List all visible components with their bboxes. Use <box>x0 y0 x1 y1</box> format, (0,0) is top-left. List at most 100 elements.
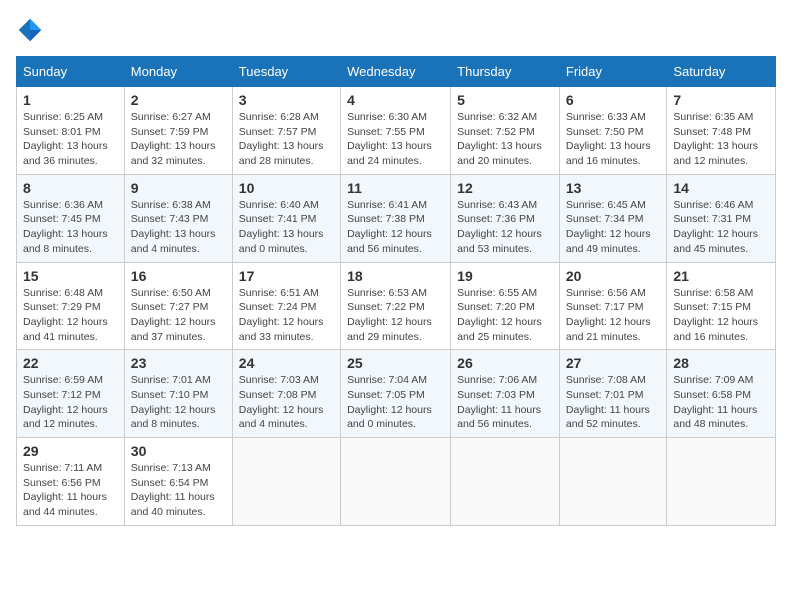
day-info: Sunrise: 7:13 AMSunset: 6:54 PMDaylight:… <box>131 462 215 518</box>
day-info: Sunrise: 7:08 AMSunset: 7:01 PMDaylight:… <box>566 374 650 430</box>
day-cell: 3 Sunrise: 6:28 AMSunset: 7:57 PMDayligh… <box>232 87 340 175</box>
day-info: Sunrise: 6:27 AMSunset: 7:59 PMDaylight:… <box>131 111 216 167</box>
weekday-header-monday: Monday <box>124 57 232 87</box>
day-cell: 23 Sunrise: 7:01 AMSunset: 7:10 PMDaylig… <box>124 350 232 438</box>
day-number: 10 <box>239 180 334 196</box>
day-number: 14 <box>673 180 769 196</box>
day-number: 21 <box>673 268 769 284</box>
day-cell: 5 Sunrise: 6:32 AMSunset: 7:52 PMDayligh… <box>451 87 560 175</box>
day-cell: 1 Sunrise: 6:25 AMSunset: 8:01 PMDayligh… <box>17 87 125 175</box>
day-cell: 13 Sunrise: 6:45 AMSunset: 7:34 PMDaylig… <box>559 174 667 262</box>
day-cell: 18 Sunrise: 6:53 AMSunset: 7:22 PMDaylig… <box>341 262 451 350</box>
day-info: Sunrise: 6:30 AMSunset: 7:55 PMDaylight:… <box>347 111 432 167</box>
day-info: Sunrise: 6:56 AMSunset: 7:17 PMDaylight:… <box>566 287 651 343</box>
day-cell: 29 Sunrise: 7:11 AMSunset: 6:56 PMDaylig… <box>17 438 125 526</box>
day-cell: 26 Sunrise: 7:06 AMSunset: 7:03 PMDaylig… <box>451 350 560 438</box>
weekday-header-friday: Friday <box>559 57 667 87</box>
day-cell <box>232 438 340 526</box>
day-cell: 12 Sunrise: 6:43 AMSunset: 7:36 PMDaylig… <box>451 174 560 262</box>
day-number: 24 <box>239 355 334 371</box>
day-cell: 4 Sunrise: 6:30 AMSunset: 7:55 PMDayligh… <box>341 87 451 175</box>
day-number: 25 <box>347 355 444 371</box>
day-number: 5 <box>457 92 553 108</box>
day-number: 20 <box>566 268 661 284</box>
weekday-header-wednesday: Wednesday <box>341 57 451 87</box>
day-info: Sunrise: 6:33 AMSunset: 7:50 PMDaylight:… <box>566 111 651 167</box>
day-info: Sunrise: 6:48 AMSunset: 7:29 PMDaylight:… <box>23 287 108 343</box>
day-info: Sunrise: 6:28 AMSunset: 7:57 PMDaylight:… <box>239 111 324 167</box>
day-info: Sunrise: 6:25 AMSunset: 8:01 PMDaylight:… <box>23 111 108 167</box>
day-cell <box>341 438 451 526</box>
day-number: 18 <box>347 268 444 284</box>
day-cell: 16 Sunrise: 6:50 AMSunset: 7:27 PMDaylig… <box>124 262 232 350</box>
day-info: Sunrise: 6:58 AMSunset: 7:15 PMDaylight:… <box>673 287 758 343</box>
day-number: 12 <box>457 180 553 196</box>
day-number: 15 <box>23 268 118 284</box>
day-info: Sunrise: 6:53 AMSunset: 7:22 PMDaylight:… <box>347 287 432 343</box>
day-info: Sunrise: 6:32 AMSunset: 7:52 PMDaylight:… <box>457 111 542 167</box>
day-number: 2 <box>131 92 226 108</box>
day-number: 26 <box>457 355 553 371</box>
day-number: 29 <box>23 443 118 459</box>
day-cell: 15 Sunrise: 6:48 AMSunset: 7:29 PMDaylig… <box>17 262 125 350</box>
weekday-header-saturday: Saturday <box>667 57 776 87</box>
day-cell: 6 Sunrise: 6:33 AMSunset: 7:50 PMDayligh… <box>559 87 667 175</box>
day-info: Sunrise: 7:03 AMSunset: 7:08 PMDaylight:… <box>239 374 324 430</box>
day-cell: 28 Sunrise: 7:09 AMSunset: 6:58 PMDaylig… <box>667 350 776 438</box>
day-info: Sunrise: 6:38 AMSunset: 7:43 PMDaylight:… <box>131 199 216 255</box>
weekday-header-row: SundayMondayTuesdayWednesdayThursdayFrid… <box>17 57 776 87</box>
day-number: 13 <box>566 180 661 196</box>
day-cell: 30 Sunrise: 7:13 AMSunset: 6:54 PMDaylig… <box>124 438 232 526</box>
day-info: Sunrise: 7:09 AMSunset: 6:58 PMDaylight:… <box>673 374 757 430</box>
day-cell: 20 Sunrise: 6:56 AMSunset: 7:17 PMDaylig… <box>559 262 667 350</box>
day-info: Sunrise: 6:35 AMSunset: 7:48 PMDaylight:… <box>673 111 758 167</box>
day-info: Sunrise: 7:06 AMSunset: 7:03 PMDaylight:… <box>457 374 541 430</box>
day-number: 3 <box>239 92 334 108</box>
day-number: 8 <box>23 180 118 196</box>
page-header <box>16 16 776 44</box>
day-cell <box>559 438 667 526</box>
day-cell: 25 Sunrise: 7:04 AMSunset: 7:05 PMDaylig… <box>341 350 451 438</box>
day-info: Sunrise: 6:45 AMSunset: 7:34 PMDaylight:… <box>566 199 651 255</box>
day-number: 9 <box>131 180 226 196</box>
day-cell: 7 Sunrise: 6:35 AMSunset: 7:48 PMDayligh… <box>667 87 776 175</box>
calendar-table: SundayMondayTuesdayWednesdayThursdayFrid… <box>16 56 776 526</box>
weekday-header-tuesday: Tuesday <box>232 57 340 87</box>
day-number: 11 <box>347 180 444 196</box>
weekday-header-thursday: Thursday <box>451 57 560 87</box>
day-info: Sunrise: 6:59 AMSunset: 7:12 PMDaylight:… <box>23 374 108 430</box>
day-info: Sunrise: 7:11 AMSunset: 6:56 PMDaylight:… <box>23 462 107 518</box>
day-number: 28 <box>673 355 769 371</box>
week-row-4: 22 Sunrise: 6:59 AMSunset: 7:12 PMDaylig… <box>17 350 776 438</box>
day-number: 4 <box>347 92 444 108</box>
day-cell: 27 Sunrise: 7:08 AMSunset: 7:01 PMDaylig… <box>559 350 667 438</box>
day-cell <box>667 438 776 526</box>
week-row-2: 8 Sunrise: 6:36 AMSunset: 7:45 PMDayligh… <box>17 174 776 262</box>
day-info: Sunrise: 6:41 AMSunset: 7:38 PMDaylight:… <box>347 199 432 255</box>
logo-icon <box>16 16 44 44</box>
day-info: Sunrise: 6:43 AMSunset: 7:36 PMDaylight:… <box>457 199 542 255</box>
day-info: Sunrise: 7:01 AMSunset: 7:10 PMDaylight:… <box>131 374 216 430</box>
day-number: 22 <box>23 355 118 371</box>
day-info: Sunrise: 6:46 AMSunset: 7:31 PMDaylight:… <box>673 199 758 255</box>
day-number: 7 <box>673 92 769 108</box>
day-cell: 19 Sunrise: 6:55 AMSunset: 7:20 PMDaylig… <box>451 262 560 350</box>
day-cell: 14 Sunrise: 6:46 AMSunset: 7:31 PMDaylig… <box>667 174 776 262</box>
day-info: Sunrise: 7:04 AMSunset: 7:05 PMDaylight:… <box>347 374 432 430</box>
day-cell: 24 Sunrise: 7:03 AMSunset: 7:08 PMDaylig… <box>232 350 340 438</box>
day-number: 16 <box>131 268 226 284</box>
day-cell: 2 Sunrise: 6:27 AMSunset: 7:59 PMDayligh… <box>124 87 232 175</box>
day-info: Sunrise: 6:55 AMSunset: 7:20 PMDaylight:… <box>457 287 542 343</box>
day-info: Sunrise: 6:36 AMSunset: 7:45 PMDaylight:… <box>23 199 108 255</box>
day-number: 27 <box>566 355 661 371</box>
day-info: Sunrise: 6:51 AMSunset: 7:24 PMDaylight:… <box>239 287 324 343</box>
day-cell: 8 Sunrise: 6:36 AMSunset: 7:45 PMDayligh… <box>17 174 125 262</box>
day-cell <box>451 438 560 526</box>
day-cell: 9 Sunrise: 6:38 AMSunset: 7:43 PMDayligh… <box>124 174 232 262</box>
logo <box>16 16 48 44</box>
week-row-5: 29 Sunrise: 7:11 AMSunset: 6:56 PMDaylig… <box>17 438 776 526</box>
day-cell: 17 Sunrise: 6:51 AMSunset: 7:24 PMDaylig… <box>232 262 340 350</box>
day-cell: 21 Sunrise: 6:58 AMSunset: 7:15 PMDaylig… <box>667 262 776 350</box>
day-cell: 11 Sunrise: 6:41 AMSunset: 7:38 PMDaylig… <box>341 174 451 262</box>
week-row-3: 15 Sunrise: 6:48 AMSunset: 7:29 PMDaylig… <box>17 262 776 350</box>
